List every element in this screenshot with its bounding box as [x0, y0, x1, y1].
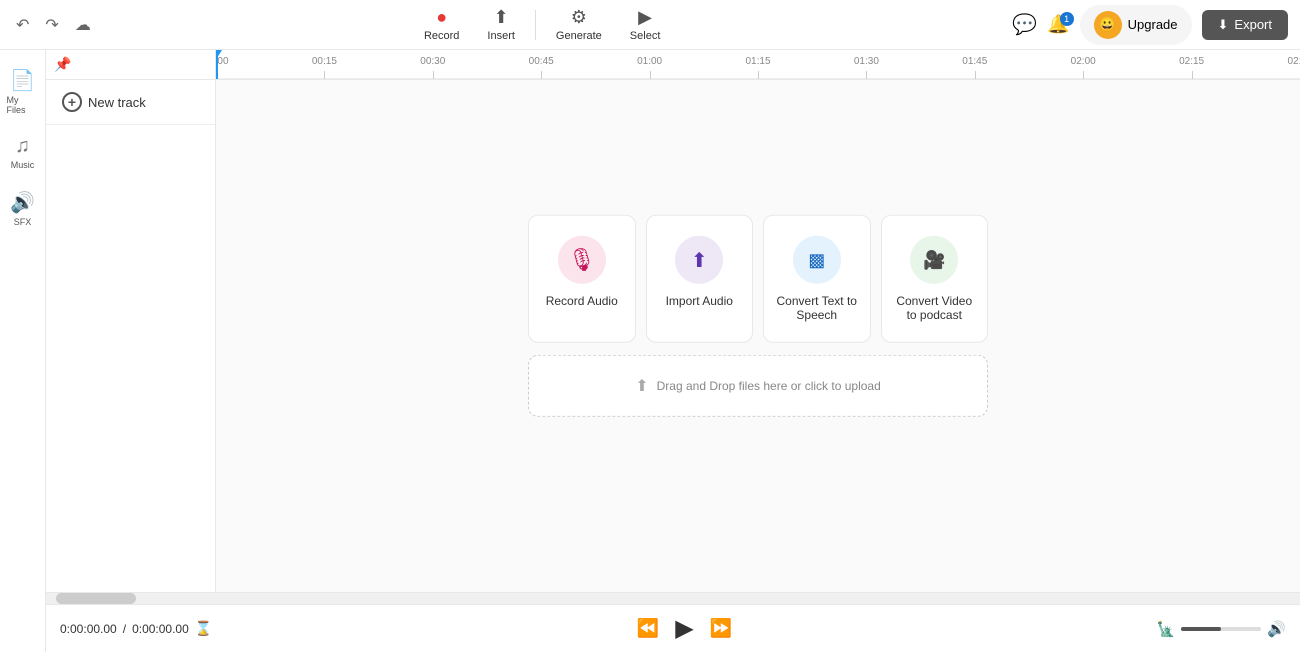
export-button[interactable]: ⬇ Export	[1202, 10, 1288, 40]
insert-tool-button[interactable]: ⬆ Insert	[475, 3, 527, 46]
tts-label: Convert Text to Speech	[774, 294, 860, 322]
sidebar-sfx-label: SFX	[14, 217, 32, 227]
upgrade-label: Upgrade	[1128, 17, 1178, 32]
sfx-icon: 🔊	[10, 190, 35, 215]
playhead-marker	[216, 50, 218, 79]
volume-fill	[1181, 627, 1221, 631]
topbar-nav: ↶ ↷ ☁	[12, 11, 72, 39]
drop-zone[interactable]: ⬆ Drag and Drop files here or click to u…	[528, 355, 988, 417]
drop-zone-label: Drag and Drop files here or click to upl…	[657, 379, 881, 393]
action-cards-row: 🎙 Record Audio ⬆ Import Audio ▩ Convert …	[528, 215, 988, 343]
notification-badge: 1	[1060, 12, 1074, 26]
record-audio-label: Record Audio	[546, 294, 618, 308]
notification-button[interactable]: 🔔 1	[1047, 14, 1069, 35]
track-list-header: + New track	[46, 80, 215, 125]
generate-icon: ⚙	[571, 7, 587, 28]
current-time: 0:00:00.00	[60, 622, 117, 636]
import-audio-icon: ⬆	[675, 236, 723, 284]
volume-area: 🗽 🔊	[1157, 620, 1286, 638]
record-audio-card[interactable]: 🎙 Record Audio	[528, 215, 636, 343]
time-display: 0:00:00.00 / 0:00:00.00 ⌛	[60, 620, 212, 637]
track-header-spacer: 📌	[46, 50, 216, 79]
chat-button[interactable]: 💬	[1012, 12, 1037, 37]
redo-button[interactable]: ↷	[41, 11, 62, 39]
fast-forward-button[interactable]: ⏩	[710, 618, 732, 639]
topbar-right: 💬 🔔 1 😀 Upgrade ⬇ Export	[1012, 5, 1288, 45]
clock-icon: ⌛	[195, 620, 212, 637]
select-label: Select	[630, 30, 661, 42]
ruler-labels: 00:0000:1500:3000:4501:0001:1501:3001:45…	[216, 50, 1300, 79]
sidebar-files-label: My Files	[7, 95, 39, 115]
ruler-mark: 00:15	[312, 56, 337, 67]
export-icon: ⬇	[1218, 17, 1229, 33]
time-separator: /	[123, 622, 126, 636]
volume-down-button[interactable]: 🗽	[1157, 620, 1176, 638]
video-podcast-icon: 🎥	[910, 236, 958, 284]
track-content-area: + New track 🎙 Record Audio	[46, 80, 1300, 592]
ruler-row: 📌 00:0000:1500:3000:4501:0001:1501:3001:…	[46, 50, 1300, 80]
tts-icon: ▩	[793, 236, 841, 284]
timeline-ruler: 00:0000:1500:3000:4501:0001:1501:3001:45…	[216, 50, 1300, 79]
ruler-mark: 02:00	[1071, 56, 1096, 67]
track-list-panel: + New track	[46, 80, 216, 592]
upload-icon: ⬆	[635, 376, 648, 396]
rewind-button[interactable]: ⏪	[637, 618, 659, 639]
text-to-speech-card[interactable]: ▩ Convert Text to Speech	[763, 215, 871, 343]
ruler-mark: 01:45	[962, 56, 987, 67]
volume-slider[interactable]	[1181, 627, 1261, 631]
undo-button[interactable]: ↶	[12, 11, 33, 39]
import-audio-label: Import Audio	[666, 294, 733, 308]
sidebar-item-music[interactable]: ♫ Music	[3, 127, 43, 178]
ruler-mark: 02:30	[1287, 56, 1300, 67]
bottombar: 0:00:00.00 / 0:00:00.00 ⌛ ⏪ ▶ ⏩ 🗽 🔊	[46, 604, 1300, 652]
sidebar-item-files[interactable]: 📄 My Files	[3, 60, 43, 123]
video-to-podcast-card[interactable]: 🎥 Convert Video to podcast	[881, 215, 989, 343]
editor-area: 📌 00:0000:1500:3000:4501:0001:1501:3001:…	[46, 50, 1300, 652]
ruler-mark: 01:15	[745, 56, 770, 67]
volume-up-button[interactable]: 🔊	[1267, 620, 1286, 638]
files-icon: 📄	[10, 68, 35, 93]
sidebar-music-label: Music	[11, 160, 35, 170]
plus-circle-icon: +	[62, 92, 82, 112]
playback-controls: ⏪ ▶ ⏩	[212, 614, 1156, 643]
toolbar-divider	[535, 10, 536, 40]
record-icon: ●	[436, 7, 447, 28]
ruler-mark: 02:15	[1179, 56, 1204, 67]
select-tool-button[interactable]: ▶ Select	[618, 3, 673, 46]
new-track-label: New track	[88, 95, 146, 110]
select-icon: ▶	[638, 7, 652, 28]
playhead-head	[216, 50, 222, 58]
music-icon: ♫	[15, 135, 30, 158]
left-sidebar: 📄 My Files ♫ Music 🔊 SFX	[0, 50, 46, 652]
main-area: 📄 My Files ♫ Music 🔊 SFX 📌 00:	[0, 50, 1300, 652]
ruler-mark: 01:30	[854, 56, 879, 67]
video-podcast-label: Convert Video to podcast	[892, 294, 978, 322]
pin-icon: 📌	[54, 56, 71, 73]
avatar: 😀	[1094, 11, 1122, 39]
total-time: 0:00:00.00	[132, 622, 189, 636]
center-action-area: 🎙 Record Audio ⬆ Import Audio ▩ Convert …	[528, 215, 988, 417]
sidebar-item-sfx[interactable]: 🔊 SFX	[3, 182, 43, 235]
timeline-content: 🎙 Record Audio ⬆ Import Audio ▩ Convert …	[216, 80, 1300, 592]
toolbar-center: ● Record ⬆ Insert ⚙ Generate ▶ Select	[72, 3, 1012, 46]
generate-label: Generate	[556, 30, 602, 42]
insert-icon: ⬆	[494, 7, 509, 28]
import-audio-card[interactable]: ⬆ Import Audio	[646, 215, 754, 343]
export-label: Export	[1234, 17, 1272, 32]
record-audio-icon: 🎙	[558, 236, 606, 284]
horizontal-scrollbar[interactable]	[46, 592, 1300, 604]
record-tool-button[interactable]: ● Record	[412, 3, 471, 46]
record-label: Record	[424, 30, 459, 42]
ruler-mark: 00:45	[529, 56, 554, 67]
insert-label: Insert	[487, 30, 515, 42]
ruler-mark: 00:30	[420, 56, 445, 67]
ruler-mark: 01:00	[637, 56, 662, 67]
scrollbar-thumb[interactable]	[56, 593, 136, 604]
topbar: ↶ ↷ ☁ ● Record ⬆ Insert ⚙ Generate ▶ Sel…	[0, 0, 1300, 50]
play-button[interactable]: ▶	[675, 614, 693, 643]
upgrade-button[interactable]: 😀 Upgrade	[1080, 5, 1192, 45]
new-track-button[interactable]: + New track	[56, 88, 205, 116]
generate-tool-button[interactable]: ⚙ Generate	[544, 3, 614, 46]
